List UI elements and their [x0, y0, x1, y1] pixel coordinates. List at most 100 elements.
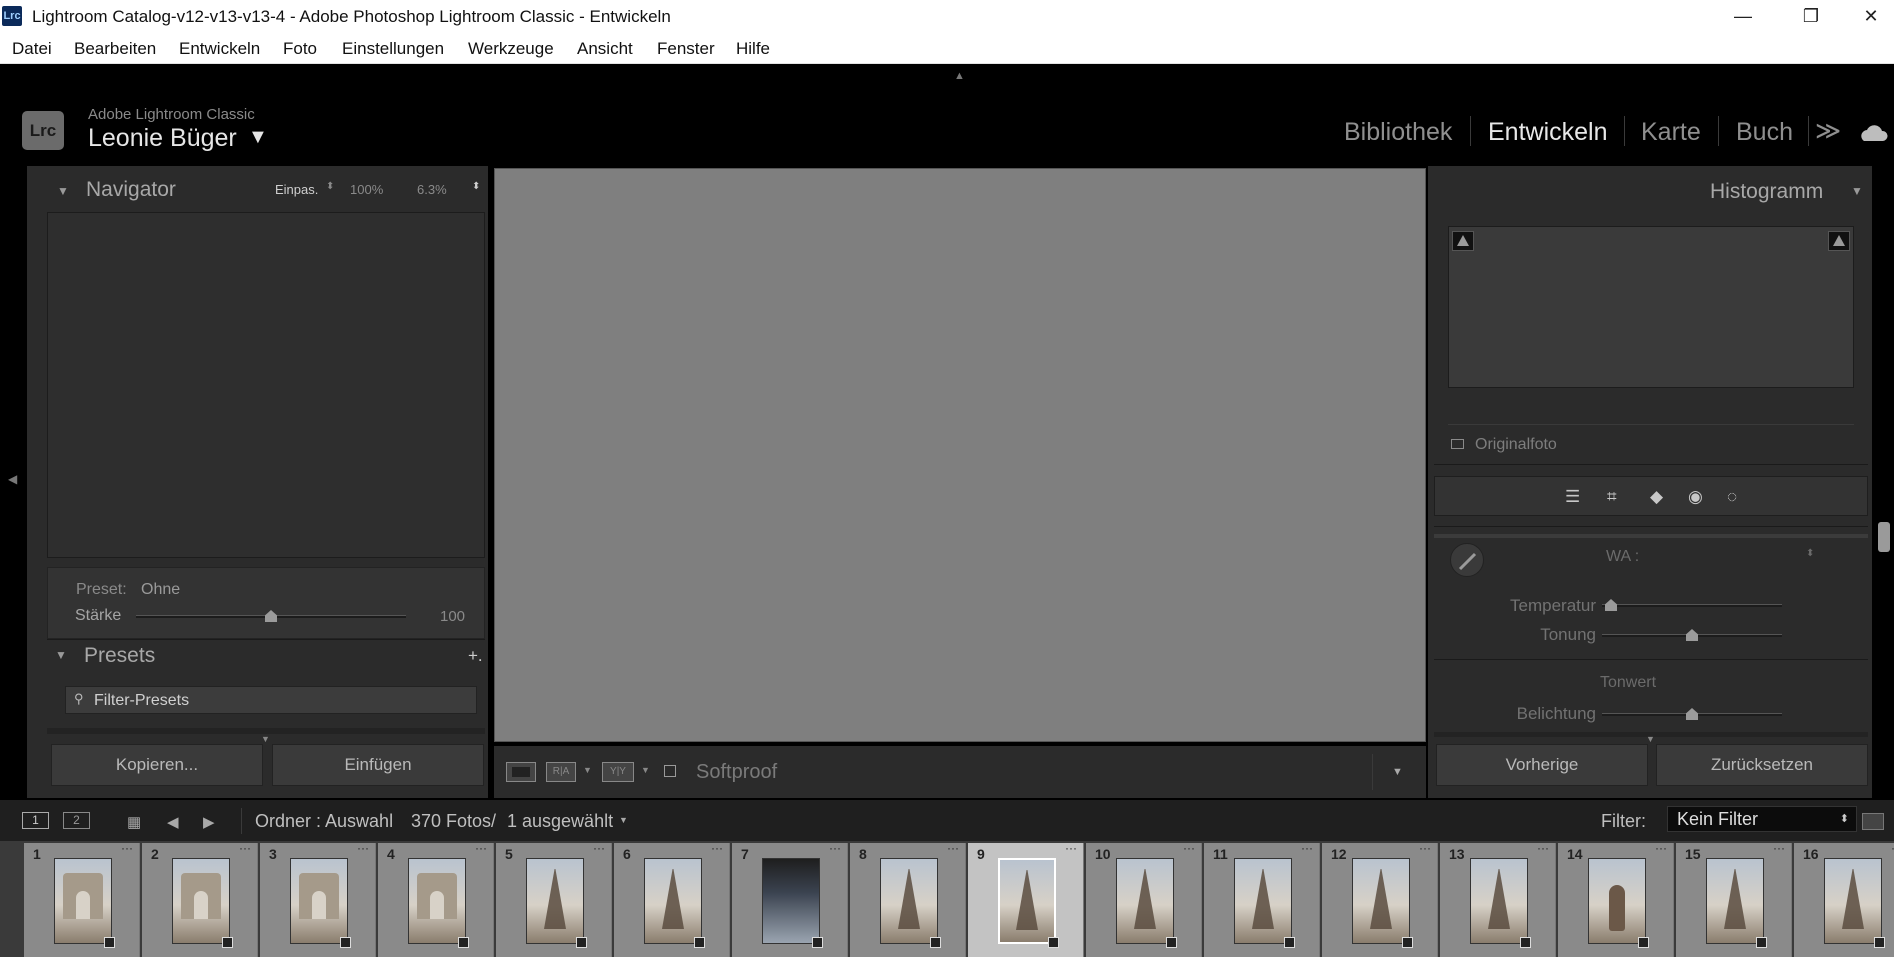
- zoom-custom-caret-icon[interactable]: ⬍: [472, 181, 480, 192]
- before-after-caret-icon[interactable]: ▼: [583, 765, 592, 775]
- menu-werkzeuge[interactable]: Werkzeuge: [468, 39, 554, 59]
- paste-button[interactable]: Einfügen: [272, 744, 484, 786]
- photo-thumbnail[interactable]: [1588, 858, 1646, 944]
- photo-thumbnail[interactable]: [408, 858, 466, 944]
- navigator-collapse-icon[interactable]: ▼: [57, 184, 69, 198]
- forward-arrow-icon[interactable]: ▶: [203, 813, 215, 831]
- maximize-button[interactable]: ❐: [1788, 0, 1834, 32]
- main-image-view[interactable]: [494, 168, 1426, 742]
- filmstrip-cell[interactable]: 13 ···: [1440, 841, 1556, 957]
- white-balance-caret-icon[interactable]: ⬍: [1806, 548, 1814, 559]
- filmstrip-cell[interactable]: 9 ···: [968, 841, 1084, 957]
- navigator-preview[interactable]: [47, 212, 485, 558]
- filmstrip-cell[interactable]: 10 ···: [1086, 841, 1202, 957]
- photo-thumbnail[interactable]: [998, 858, 1056, 944]
- menu-fenster[interactable]: Fenster: [657, 39, 715, 59]
- more-options-icon[interactable]: ···: [1419, 841, 1431, 855]
- strength-slider-thumb[interactable]: [265, 610, 277, 622]
- original-photo-checkbox[interactable]: [1451, 439, 1464, 449]
- filmstrip-cell[interactable]: 2 ···: [142, 841, 258, 957]
- cloud-icon[interactable]: [1858, 124, 1888, 142]
- histogram[interactable]: [1448, 226, 1854, 388]
- menu-foto[interactable]: Foto: [283, 39, 317, 59]
- back-arrow-icon[interactable]: ◀: [167, 813, 179, 831]
- red-eye-icon[interactable]: ◉: [1688, 487, 1703, 507]
- add-preset-button[interactable]: +.: [468, 646, 483, 666]
- collapse-top-panel-icon[interactable]: ▲: [954, 70, 965, 82]
- navigator-title[interactable]: Navigator: [86, 178, 176, 202]
- menu-einstellungen[interactable]: Einstellungen: [342, 39, 444, 59]
- photo-thumbnail[interactable]: [290, 858, 348, 944]
- healing-eraser-icon[interactable]: ◆: [1650, 487, 1663, 507]
- shadow-clipping-icon[interactable]: [1452, 231, 1474, 251]
- more-options-icon[interactable]: ···: [947, 841, 959, 855]
- photo-thumbnail[interactable]: [762, 858, 820, 944]
- more-options-icon[interactable]: ···: [1183, 841, 1195, 855]
- photo-thumbnail[interactable]: [880, 858, 938, 944]
- grid-view-icon[interactable]: ▦: [127, 813, 141, 831]
- photo-thumbnail[interactable]: [54, 858, 112, 944]
- photo-thumbnail[interactable]: [172, 858, 230, 944]
- minimize-button[interactable]: —: [1720, 0, 1766, 32]
- more-options-icon[interactable]: ···: [1655, 841, 1667, 855]
- histogram-collapse-icon[interactable]: ▼: [1851, 184, 1863, 198]
- source-label[interactable]: Ordner : Auswahl: [255, 811, 393, 832]
- main-window-button[interactable]: 1: [22, 812, 49, 829]
- menu-ansicht[interactable]: Ansicht: [577, 39, 633, 59]
- photo-thumbnail[interactable]: [1116, 858, 1174, 944]
- zoom-100[interactable]: 100%: [350, 182, 383, 197]
- filmstrip-cell[interactable]: 1 ···: [24, 841, 140, 957]
- zoom-fit-caret-icon[interactable]: ⬍: [326, 181, 334, 192]
- filmstrip-cell[interactable]: 4 ···: [378, 841, 494, 957]
- more-options-icon[interactable]: ···: [829, 841, 841, 855]
- second-window-button[interactable]: 2: [63, 812, 90, 829]
- white-balance-picker-icon[interactable]: [1450, 543, 1484, 577]
- more-options-icon[interactable]: ···: [1301, 841, 1313, 855]
- photo-thumbnail[interactable]: [1824, 858, 1882, 944]
- filmstrip-cell[interactable]: 11 ···: [1204, 841, 1320, 957]
- loupe-view-icon[interactable]: [506, 762, 536, 782]
- more-options-icon[interactable]: ···: [1537, 841, 1549, 855]
- filmstrip[interactable]: 1 ··· 2 ··· 3 ··· 4 ··· 5 ··· 6 ··· 7 ··· 8 ··· 9 ··· 10 ··…: [0, 841, 1894, 957]
- filmstrip-cell[interactable]: 5 ···: [496, 841, 612, 957]
- temperature-slider-thumb[interactable]: [1605, 599, 1617, 611]
- menu-hilfe[interactable]: Hilfe: [736, 39, 770, 59]
- menu-entwickeln[interactable]: Entwickeln: [179, 39, 260, 59]
- before-after-view-icon[interactable]: R|A: [546, 762, 576, 782]
- filmstrip-cell[interactable]: 15 ···: [1676, 841, 1792, 957]
- zoom-custom[interactable]: 6.3%: [417, 182, 447, 197]
- zoom-fit[interactable]: Einpas.: [275, 182, 318, 197]
- menu-datei[interactable]: Datei: [12, 39, 52, 59]
- photo-thumbnail[interactable]: [1470, 858, 1528, 944]
- more-modules-icon[interactable]: ≫: [1815, 116, 1841, 146]
- split-caret-icon[interactable]: ▼: [641, 765, 650, 775]
- softproof-checkbox[interactable]: [664, 765, 676, 777]
- more-options-icon[interactable]: ···: [711, 841, 723, 855]
- more-options-icon[interactable]: ···: [357, 841, 369, 855]
- filter-presets-input[interactable]: ⚲ Filter-Presets: [65, 686, 477, 714]
- edit-sliders-icon[interactable]: ☰: [1565, 487, 1580, 507]
- toolbar-options-icon[interactable]: ▼: [1392, 766, 1403, 778]
- filter-lock-icon[interactable]: [1862, 813, 1884, 830]
- filmstrip-cell[interactable]: 8 ···: [850, 841, 966, 957]
- before-after-split-icon[interactable]: Y|Y: [602, 762, 634, 782]
- filmstrip-cell[interactable]: 16···: [1794, 841, 1894, 957]
- masking-icon[interactable]: ◌: [1727, 487, 1737, 507]
- module-buch[interactable]: Buch: [1736, 118, 1793, 147]
- collapse-left-panel-icon[interactable]: ◀: [8, 472, 17, 486]
- module-bibliothek[interactable]: Bibliothek: [1344, 118, 1452, 147]
- highlight-clipping-icon[interactable]: [1828, 231, 1850, 251]
- white-balance-label[interactable]: WA :: [1606, 548, 1639, 566]
- identity-caret-icon[interactable]: ▼: [248, 126, 268, 149]
- exposure-slider-thumb[interactable]: [1686, 708, 1698, 720]
- photo-thumbnail[interactable]: [1234, 858, 1292, 944]
- right-scrollbar[interactable]: [1878, 522, 1890, 552]
- close-button[interactable]: ✕: [1848, 0, 1894, 32]
- filmstrip-cell[interactable]: 6 ···: [614, 841, 730, 957]
- selection-count[interactable]: 1 ausgewählt: [507, 811, 613, 832]
- filmstrip-cell[interactable]: 14 ···: [1558, 841, 1674, 957]
- selection-caret-icon[interactable]: ▼: [619, 815, 628, 825]
- filmstrip-cell[interactable]: 3 ···: [260, 841, 376, 957]
- more-options-icon[interactable]: ···: [1065, 841, 1077, 855]
- tint-slider-thumb[interactable]: [1686, 629, 1698, 641]
